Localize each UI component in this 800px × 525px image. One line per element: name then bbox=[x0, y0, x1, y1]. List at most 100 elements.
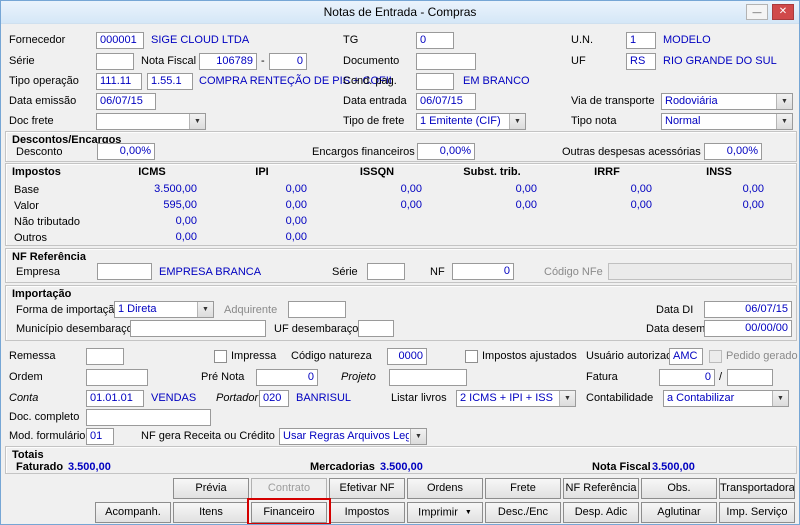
contabilidade-dropdown[interactable]: a Contabilizar ▼ bbox=[663, 390, 789, 407]
un-field[interactable]: 1 bbox=[626, 32, 656, 49]
doc-completo-field[interactable] bbox=[86, 409, 211, 426]
fatura-field[interactable]: 0 bbox=[659, 369, 715, 386]
empresa-name-text: EMPRESA BRANCA bbox=[159, 266, 262, 278]
uf-desembaraco-field[interactable] bbox=[358, 320, 394, 337]
via-transporte-label: Via de transporte bbox=[571, 95, 655, 107]
ordens-button[interactable]: Ordens bbox=[407, 478, 483, 499]
chevron-down-icon: ▼ bbox=[464, 509, 472, 516]
efetivar-nf-button[interactable]: Efetivar NF bbox=[329, 478, 405, 499]
outras-despesas-field[interactable]: 0,00% bbox=[704, 143, 762, 160]
nota-fiscal-sub-field[interactable]: 0 bbox=[269, 53, 307, 70]
data-entrada-field[interactable]: 06/07/15 bbox=[416, 93, 476, 110]
contabilidade-value: a Contabilizar bbox=[667, 392, 735, 404]
forma-importacao-dropdown[interactable]: 1 Direta ▼ bbox=[114, 301, 214, 318]
chevron-down-icon: ▼ bbox=[509, 114, 525, 129]
contabilidade-label: Contabilidade bbox=[586, 392, 654, 404]
pre-nota-label: Pré Nota bbox=[201, 371, 245, 383]
imp-servico-button[interactable]: Imp. Serviço bbox=[719, 502, 795, 523]
remessa-field[interactable] bbox=[86, 348, 124, 365]
empresa-label: Empresa bbox=[16, 266, 61, 278]
desconto-field[interactable]: 0,00% bbox=[97, 143, 155, 160]
tg-field[interactable]: 0 bbox=[416, 32, 454, 49]
desconto-label: Desconto bbox=[16, 146, 63, 158]
chevron-down-icon: ▼ bbox=[410, 429, 426, 444]
totais-group: Totais Faturado 3.500,00 Mercadorias 3.5… bbox=[5, 446, 797, 474]
aglutinar-button[interactable]: Aglutinar bbox=[641, 502, 717, 523]
forma-importacao-value: 1 Direta bbox=[118, 303, 157, 315]
codigo-natureza-field[interactable]: 0000 bbox=[387, 348, 427, 365]
close-button[interactable]: ✕ bbox=[772, 4, 794, 20]
fatura-sub-field[interactable] bbox=[727, 369, 773, 386]
tipo-operacao-code1-field[interactable]: 111.11 bbox=[96, 73, 142, 90]
nf-gera-dropdown[interactable]: Usar Regras Arquivos Legais ▼ bbox=[279, 428, 427, 445]
cond-pag-field[interactable] bbox=[416, 73, 454, 90]
impostos-ajustados-checkbox[interactable] bbox=[465, 350, 478, 363]
impostos-button[interactable]: Impostos bbox=[329, 502, 405, 523]
nota-fiscal-total-value: 3.500,00 bbox=[652, 461, 695, 473]
impostos-row-valor-label: Valor bbox=[14, 200, 39, 212]
nf-ref-nf-field[interactable]: 0 bbox=[452, 263, 514, 280]
conta-field[interactable]: 01.01.01 bbox=[86, 390, 144, 407]
frete-button[interactable]: Frete bbox=[485, 478, 561, 499]
outras-despesas-label: Outras despesas acessórias bbox=[562, 146, 701, 158]
doc-completo-label: Doc. completo bbox=[9, 411, 80, 423]
transportadora-button[interactable]: Transportadora bbox=[719, 478, 795, 499]
projeto-field[interactable] bbox=[389, 369, 467, 386]
impostos-cell: 0,00 bbox=[630, 183, 652, 195]
impressa-checkbox[interactable] bbox=[214, 350, 227, 363]
previa-button[interactable]: Prévia bbox=[173, 478, 249, 499]
minimize-icon: — bbox=[752, 7, 762, 17]
tipo-nota-value: Normal bbox=[665, 115, 701, 127]
pre-nota-field[interactable]: 0 bbox=[256, 369, 318, 386]
conta-label: Conta bbox=[9, 392, 39, 404]
impostos-group-title: Impostos bbox=[12, 166, 61, 178]
ordem-field[interactable] bbox=[86, 369, 148, 386]
titlebar[interactable]: Notas de Entrada - Compras bbox=[1, 1, 799, 24]
documento-field[interactable] bbox=[416, 53, 476, 70]
listar-livros-dropdown[interactable]: 2 ICMS + IPI + ISS ▼ bbox=[456, 390, 576, 407]
close-icon: ✕ bbox=[778, 6, 788, 17]
serie-label: Série bbox=[9, 55, 35, 67]
chevron-down-icon: ▼ bbox=[772, 391, 788, 406]
adquirente-field[interactable] bbox=[288, 301, 346, 318]
mod-formulario-field[interactable]: 01 bbox=[86, 428, 114, 445]
municipio-desembaraco-field[interactable] bbox=[130, 320, 266, 337]
serie-field[interactable] bbox=[96, 53, 134, 70]
portador-field[interactable]: 020 bbox=[259, 390, 289, 407]
encargos-financeiros-field[interactable]: 0,00% bbox=[417, 143, 475, 160]
tipo-operacao-code2-field[interactable]: 1.55.1 bbox=[147, 73, 193, 90]
doc-frete-dropdown[interactable]: ▼ bbox=[96, 113, 206, 130]
data-di-field[interactable]: 06/07/15 bbox=[704, 301, 792, 318]
usuario-autorizado-field[interactable]: AMC bbox=[669, 348, 703, 365]
data-emissao-field[interactable]: 06/07/15 bbox=[96, 93, 156, 110]
minimize-button[interactable]: — bbox=[746, 4, 768, 20]
impostos-cell: 0,00 bbox=[285, 199, 307, 211]
impostos-cell: 0,00 bbox=[630, 199, 652, 211]
fornecedor-code-field[interactable]: 000001 bbox=[96, 32, 144, 49]
imprimir-button[interactable]: Imprimir ▼ bbox=[407, 502, 483, 523]
desp-adic-button[interactable]: Desp. Adic bbox=[563, 502, 639, 523]
tipo-frete-dropdown[interactable]: 1 Emitente (CIF) ▼ bbox=[416, 113, 526, 130]
nf-referencia-button[interactable]: NF Referência bbox=[563, 478, 639, 499]
tipo-nota-dropdown[interactable]: Normal ▼ bbox=[661, 113, 793, 130]
data-desembaraco-field[interactable]: 00/00/00 bbox=[704, 320, 792, 337]
impostos-cell: 0,00 bbox=[285, 231, 307, 243]
impostos-col-issqn: ISSQN bbox=[359, 166, 395, 178]
portador-label: Portador bbox=[216, 392, 259, 404]
desc-enc-button[interactable]: Desc./Enc bbox=[485, 502, 561, 523]
via-transporte-dropdown[interactable]: Rodoviária ▼ bbox=[661, 93, 793, 110]
nf-ref-serie-field[interactable] bbox=[367, 263, 405, 280]
empresa-field[interactable] bbox=[97, 263, 152, 280]
nota-fiscal-field[interactable]: 106789 bbox=[199, 53, 257, 70]
itens-button[interactable]: Itens bbox=[173, 502, 249, 523]
documento-label: Documento bbox=[343, 55, 400, 67]
projeto-label: Projeto bbox=[341, 371, 376, 383]
financeiro-button[interactable]: Financeiro bbox=[251, 502, 327, 523]
obs-button[interactable]: Obs. bbox=[641, 478, 717, 499]
uf-field[interactable]: RS bbox=[626, 53, 656, 70]
acompanh-button[interactable]: Acompanh. bbox=[95, 502, 171, 523]
data-emissao-label: Data emissão bbox=[9, 95, 77, 107]
tipo-frete-label: Tipo de frete bbox=[343, 115, 405, 127]
nf-ref-serie-label: Série bbox=[332, 266, 358, 278]
tipo-nota-label: Tipo nota bbox=[571, 115, 617, 127]
